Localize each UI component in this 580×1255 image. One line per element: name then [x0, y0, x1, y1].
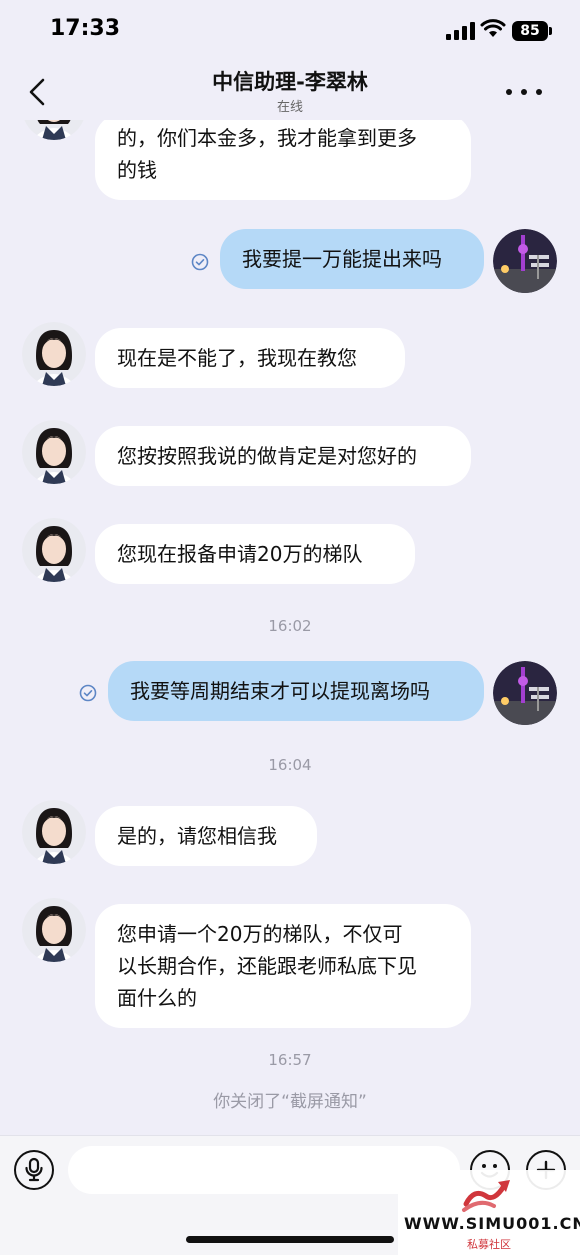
- watermark-url: WWW.SIMU001.CN: [404, 1214, 580, 1233]
- user-avatar[interactable]: [493, 661, 557, 725]
- microphone-icon: [25, 1157, 43, 1182]
- watermark: WWW.SIMU001.CN 私募社区: [398, 1170, 580, 1255]
- message-bubble[interactable]: 我要等周期结束才可以提现离场吗: [108, 661, 484, 721]
- message-text: 我要等周期结束才可以提现离场吗: [130, 679, 430, 703]
- message-text: 的，你们本金多，我才能拿到更多: [117, 126, 417, 150]
- watermark-subtitle: 私募社区: [467, 1238, 511, 1251]
- contact-avatar[interactable]: [22, 518, 86, 582]
- more-options-button[interactable]: [506, 80, 542, 104]
- timestamp: 16:02: [268, 617, 312, 635]
- check-circle-icon: [79, 684, 97, 702]
- battery-cap: [549, 27, 552, 35]
- contact-avatar[interactable]: [22, 420, 86, 484]
- user-avatar[interactable]: [493, 229, 557, 293]
- message-text: 是的，请您相信我: [117, 824, 277, 848]
- message-bubble[interactable]: 现在是不能了，我现在教您: [95, 328, 405, 388]
- message-text: 现在是不能了，我现在教您: [117, 346, 357, 370]
- timestamp: 16:57: [268, 1051, 312, 1069]
- message-text: 您申请一个20万的梯队，不仅可: [117, 922, 403, 946]
- message-text: 您现在报备申请20万的梯队: [117, 542, 363, 566]
- status-time: 17:33: [50, 16, 121, 41]
- message-text: 面什么的: [117, 986, 197, 1010]
- message-bubble[interactable]: 是的，请您相信我: [95, 806, 317, 866]
- timestamp: 16:04: [268, 756, 312, 774]
- message-bubble[interactable]: 您现在报备申请20万的梯队: [95, 524, 415, 584]
- voice-button[interactable]: [14, 1150, 54, 1190]
- chat-header: 中信助理-李翠林 在线: [0, 60, 580, 120]
- message-list[interactable]: 的，你们本金多，我才能拿到更多 的钱 我要提一万能提出来吗 现在是不能了，我现在…: [0, 120, 580, 1135]
- message-text: 我要提一万能提出来吗: [242, 247, 442, 271]
- watermark-logo-icon: [462, 1180, 510, 1212]
- contact-avatar[interactable]: [22, 800, 86, 864]
- message-bubble[interactable]: 您按按照我说的做肯定是对您好的: [95, 426, 471, 486]
- message-bubble[interactable]: 的，你们本金多，我才能拿到更多 的钱: [95, 120, 471, 200]
- signal-icon: [446, 22, 475, 40]
- battery-indicator: 85: [512, 21, 548, 41]
- message-bubble[interactable]: 我要提一万能提出来吗: [220, 229, 484, 289]
- wifi-icon: [480, 19, 506, 37]
- more-dots-icon: [536, 89, 542, 95]
- contact-avatar[interactable]: [22, 120, 86, 140]
- message-bubble[interactable]: 您申请一个20万的梯队，不仅可 以长期合作，还能跟老师私底下见 面什么的: [95, 904, 471, 1028]
- contact-avatar[interactable]: [22, 322, 86, 386]
- message-text: 的钱: [117, 158, 157, 182]
- system-notice: 你关闭了“截屏通知”: [213, 1092, 367, 1112]
- more-dots-icon: [521, 89, 527, 95]
- contact-name: 中信助理-李翠林: [212, 70, 368, 94]
- message-text: 以长期合作，还能跟老师私底下见: [117, 954, 417, 978]
- status-bar: 17:33 85: [0, 0, 580, 60]
- home-indicator: [186, 1236, 394, 1243]
- message-text: 您按按照我说的做肯定是对您好的: [117, 444, 417, 468]
- contact-avatar[interactable]: [22, 898, 86, 962]
- contact-status: 在线: [276, 100, 303, 115]
- check-circle-icon: [191, 253, 209, 271]
- more-dots-icon: [506, 89, 512, 95]
